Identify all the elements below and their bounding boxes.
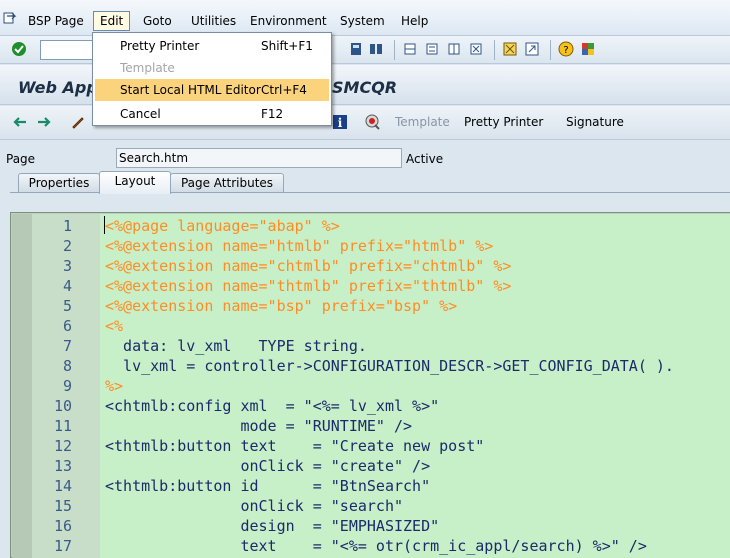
line-number: 16 <box>53 517 72 535</box>
tab-layout[interactable]: Layout <box>99 171 171 194</box>
line-number: 11 <box>53 417 72 435</box>
line-number: 7 <box>62 337 72 355</box>
page-title: Web App <box>18 78 98 97</box>
previous-page-icon[interactable] <box>424 41 440 57</box>
svg-text:i: i <box>338 116 343 130</box>
tab-strip: Properties Layout Page Attributes <box>0 170 730 194</box>
menu-edit[interactable]: Edit <box>93 11 131 31</box>
code-line: onClick = "search" <box>105 497 404 515</box>
tab-properties[interactable]: Properties <box>18 173 100 193</box>
menu-environment[interactable]: Environment <box>244 11 333 31</box>
code-line: %> <box>105 377 124 395</box>
code-line: text = "<%= otr(crm_ic_appl/search) %>" … <box>105 537 647 555</box>
line-number: 17 <box>53 537 72 555</box>
code-line: mode = "RUNTIME" /> <box>105 417 413 435</box>
menu-item-label: Template <box>120 61 175 75</box>
command-field[interactable] <box>40 40 98 60</box>
menu-item-template: Template <box>95 57 329 79</box>
menu-item-shortcut: Ctrl+F4 <box>261 83 307 97</box>
code-line: <%@extension name="htmlb" prefix="htmlb"… <box>105 237 494 255</box>
toolbar-separator <box>494 40 495 60</box>
menu-goto[interactable]: Goto <box>137 11 178 31</box>
code-line: lv_xml = controller->CONFIGURATION_DESCR… <box>105 357 674 375</box>
code-line: onClick = "create" /> <box>105 457 431 475</box>
page-label: Page <box>6 152 36 166</box>
line-number: 3 <box>62 257 72 275</box>
line-number: 1 <box>62 217 72 235</box>
toolbar-separator <box>394 40 395 60</box>
menu-item-shortcut: F12 <box>261 107 284 121</box>
last-page-icon[interactable] <box>468 41 484 57</box>
line-number: 4 <box>62 277 72 295</box>
line-number: 9 <box>62 377 72 395</box>
next-page-icon[interactable] <box>446 41 462 57</box>
info-icon[interactable]: i <box>332 114 348 130</box>
back-icon[interactable] <box>12 114 28 130</box>
menu-item-label: Start Local HTML Editor <box>120 83 261 97</box>
pretty-printer-button[interactable]: Pretty Printer <box>464 115 543 129</box>
menu-help[interactable]: Help <box>395 11 434 31</box>
code-line: <%@extension name="bsp" prefix="bsp" %> <box>105 297 458 315</box>
menu-item-label: Pretty Printer <box>120 39 200 53</box>
signature-button[interactable]: Signature <box>566 115 624 129</box>
toolbar-separator <box>550 40 551 60</box>
line-number-column: 1 2 3 4 5 6 7 8 9 10 11 12 13 14 15 16 1… <box>32 214 100 558</box>
menu-item-label: Cancel <box>120 107 161 121</box>
customize-layout-icon[interactable] <box>580 41 596 57</box>
line-number: 10 <box>53 397 72 415</box>
line-number: 6 <box>62 317 72 335</box>
status-text: Active <box>406 152 444 166</box>
code-line: <thtmlb:button text = "Create new post" <box>105 437 485 455</box>
line-number: 8 <box>62 357 72 375</box>
forward-icon[interactable] <box>36 114 52 130</box>
menu-item-shortcut: Shift+F1 <box>261 39 313 53</box>
code-line: <%@extension name="thtmlb" prefix="thtml… <box>105 277 512 295</box>
line-number: 15 <box>53 497 72 515</box>
menu-item-pretty-printer[interactable]: Pretty Printer Shift+F1 <box>95 35 329 57</box>
menu-bar: BSP Page Edit Goto Utilities Environment… <box>0 0 730 36</box>
code-line: design = "EMPHASIZED" <box>105 517 440 535</box>
shortcut-icon[interactable] <box>524 41 540 57</box>
first-page-icon[interactable] <box>402 41 418 57</box>
menu-item-cancel[interactable]: Cancel F12 <box>95 103 329 125</box>
line-number: 12 <box>53 437 72 455</box>
menu-utilities[interactable]: Utilities <box>185 11 242 31</box>
help-icon[interactable]: ? <box>558 41 574 57</box>
enter-check-icon[interactable] <box>11 41 27 57</box>
print-icon[interactable] <box>348 41 364 57</box>
app-menu-icon[interactable] <box>3 12 17 26</box>
line-number: 14 <box>53 477 72 495</box>
menu-bsp-page[interactable]: BSP Page <box>22 11 90 31</box>
menu-item-start-local-html-editor[interactable]: Start Local HTML Editor Ctrl+F4 <box>95 79 329 101</box>
editor-gutter <box>12 214 32 558</box>
code-line: <%@extension name="chtmlb" prefix="chtml… <box>105 257 512 275</box>
line-number: 5 <box>62 297 72 315</box>
code-text-area[interactable]: <%@page language="abap" %> <%@extension … <box>100 214 730 558</box>
edit-pencil-icon[interactable] <box>70 114 86 130</box>
create-session-icon[interactable] <box>502 41 518 57</box>
line-number: 2 <box>62 237 72 255</box>
code-line: <chtmlb:config xml = "<%= lv_xml %>" <box>105 397 440 415</box>
line-number: 13 <box>53 457 72 475</box>
template-button[interactable]: Template <box>395 115 450 129</box>
signature-stamp-icon[interactable] <box>365 114 381 130</box>
page-name-field[interactable]: Search.htm <box>116 148 402 168</box>
code-line: <thtmlb:button id = "BtnSearch" <box>105 477 431 495</box>
menu-system[interactable]: System <box>334 11 391 31</box>
svg-text:?: ? <box>563 45 568 56</box>
tab-page-attributes[interactable]: Page Attributes <box>170 173 284 193</box>
code-line: <% <box>105 317 124 335</box>
edit-menu-dropdown: Pretty Printer Shift+F1 Template Start L… <box>92 32 332 126</box>
find-icon[interactable] <box>368 41 384 57</box>
code-line: data: lv_xml TYPE string. <box>105 337 367 355</box>
text-caret <box>104 216 105 234</box>
code-line: <%@page language="abap" %> <box>105 217 340 235</box>
page-title-object: SMCQR <box>332 78 398 97</box>
